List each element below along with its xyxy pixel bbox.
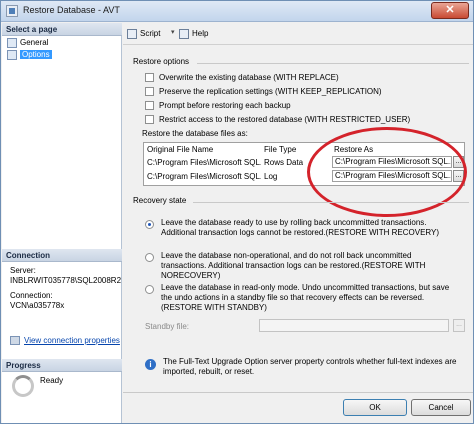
section-divider — [197, 63, 469, 64]
page-icon — [7, 50, 17, 60]
radio-button[interactable] — [145, 253, 154, 262]
select-page-header: Select a page — [2, 23, 122, 36]
row-1-original: C:\Program Files\Microsoft SQL... — [147, 158, 261, 167]
page-item-options[interactable]: Options — [6, 49, 116, 61]
radio-label: Leave the database non-operational, and … — [161, 251, 426, 280]
help-label: Help — [192, 29, 209, 38]
recovery-state-label: Recovery state — [133, 196, 187, 205]
radio-with-standby[interactable]: Leave the database in read-only mode. Un… — [145, 283, 465, 313]
standby-file-label: Standby file: — [145, 322, 190, 331]
connection-label: Connection: — [10, 291, 53, 300]
checkbox-label: Prompt before restoring each backup — [159, 101, 291, 110]
view-connection-properties-label: View connection properties — [24, 336, 120, 345]
info-message: i The Full-Text Upgrade Option server pr… — [145, 357, 467, 385]
standby-browse-button[interactable]: ... — [453, 319, 465, 332]
left-pane: Select a page General Options Connection… — [2, 23, 122, 423]
ok-button[interactable]: OK — [343, 399, 407, 416]
close-button[interactable]: ✕ — [431, 2, 469, 19]
server-label: Server: — [10, 266, 36, 275]
checkbox-box[interactable] — [145, 101, 154, 111]
row-2-type: Log — [264, 172, 278, 181]
restore-options-label: Restore options — [133, 57, 190, 66]
options-page: Script ▾ Help Restore options Overwrite … — [123, 23, 473, 400]
view-connection-properties-link[interactable]: View connection properties — [10, 336, 120, 346]
checkbox-preserve-replication[interactable]: Preserve the replication settings (WITH … — [145, 86, 382, 97]
progress-header: Progress — [2, 359, 122, 372]
script-label: Script — [140, 29, 161, 38]
page-item-label: Options — [20, 50, 52, 59]
radio-button[interactable] — [145, 285, 154, 294]
radio-button[interactable] — [145, 220, 154, 229]
restore-database-window: Restore Database - AVT ✕ Select a page G… — [0, 0, 474, 424]
script-dropdown-arrow-icon[interactable]: ▾ — [171, 28, 175, 36]
checkbox-overwrite[interactable]: Overwrite the existing database (WITH RE… — [145, 72, 339, 83]
server-value: INBLRWIT035778\SQL2008R2 — [10, 276, 122, 285]
checkbox-box[interactable] — [145, 87, 154, 97]
help-icon — [179, 28, 189, 39]
connection-properties-icon — [10, 336, 20, 346]
red-annotation-circle — [307, 127, 467, 217]
column-header-file-type: File Type — [264, 145, 297, 154]
section-divider — [193, 202, 469, 203]
radio-with-recovery[interactable]: Leave the database ready to use by rolli… — [145, 218, 465, 248]
radio-label: Leave the database in read-only mode. Un… — [161, 283, 450, 312]
checkbox-prompt-before-restore[interactable]: Prompt before restoring each backup — [145, 100, 291, 111]
row-1-type: Rows Data — [264, 158, 304, 167]
checkbox-label: Preserve the replication settings (WITH … — [159, 87, 382, 96]
restore-files-label: Restore the database files as: — [142, 129, 248, 138]
column-header-original: Original File Name — [147, 145, 214, 154]
script-button[interactable]: Script — [127, 27, 160, 41]
footer-divider — [123, 392, 473, 393]
connection-value: VCN\a035778x — [10, 301, 65, 310]
standby-file-input[interactable] — [259, 319, 449, 332]
page-item-general[interactable]: General — [6, 37, 116, 49]
info-icon: i — [145, 359, 156, 370]
page-icon — [7, 38, 17, 48]
cancel-button[interactable]: Cancel — [411, 399, 471, 416]
connection-header: Connection — [2, 249, 122, 262]
radio-with-norecovery[interactable]: Leave the database non-operational, and … — [145, 251, 465, 281]
row-2-original: C:\Program Files\Microsoft SQL... — [147, 172, 261, 181]
radio-label: Leave the database ready to use by rolli… — [161, 218, 440, 237]
title-bar: Restore Database - AVT ✕ — [1, 1, 473, 22]
checkbox-box[interactable] — [145, 73, 154, 83]
toolbar: Script ▾ Help — [123, 23, 473, 45]
window-title: Restore Database - AVT — [23, 5, 120, 15]
checkbox-restrict-access[interactable]: Restrict access to the restored database… — [145, 114, 410, 125]
checkbox-label: Restrict access to the restored database… — [159, 115, 411, 124]
progress-status: Ready — [40, 376, 64, 385]
progress-spinner-icon — [12, 375, 34, 397]
checkbox-label: Overwrite the existing database (WITH RE… — [159, 73, 339, 82]
checkbox-box[interactable] — [145, 115, 154, 125]
info-text: The Full-Text Upgrade Option server prop… — [163, 357, 457, 376]
page-item-label: General — [20, 38, 49, 47]
script-icon — [127, 28, 137, 39]
app-icon — [6, 5, 18, 17]
help-button[interactable]: Help — [179, 27, 208, 41]
